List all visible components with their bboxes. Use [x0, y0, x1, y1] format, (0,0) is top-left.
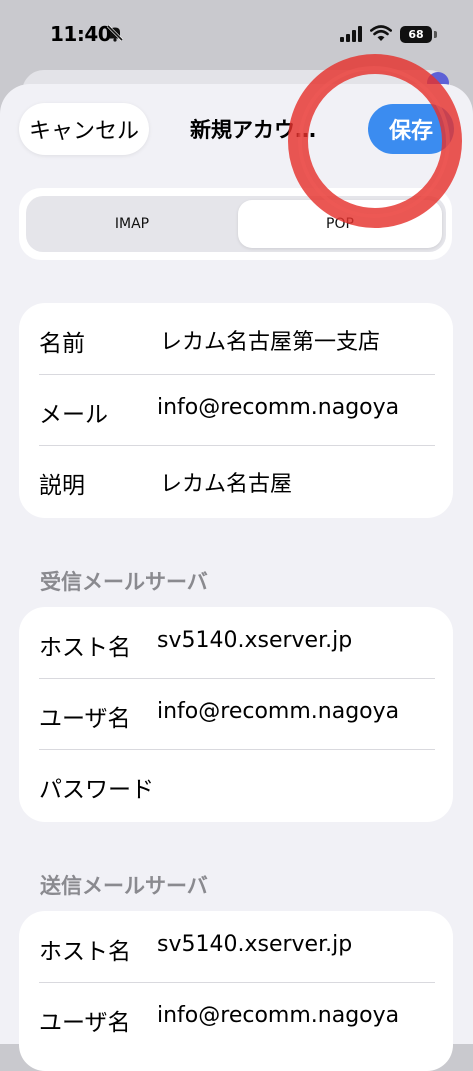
segment-pop[interactable]: POP — [238, 200, 442, 248]
segment-imap[interactable]: IMAP — [30, 200, 234, 248]
signal-icon — [340, 26, 362, 42]
battery-icon: 68 — [400, 26, 432, 43]
description-row[interactable]: 説明 レカム名古屋 — [19, 446, 453, 517]
outgoing-username-row[interactable]: ユーザ名 info@recomm.nagoya — [19, 983, 453, 1054]
bell-muted-icon — [106, 24, 124, 42]
name-field[interactable]: レカム名古屋第一支店 — [160, 324, 450, 356]
description-field[interactable]: レカム名古屋 — [160, 466, 450, 498]
email-row[interactable]: メール info@recomm.nagoya — [19, 375, 453, 446]
email-field[interactable]: info@recomm.nagoya — [157, 395, 447, 420]
save-button[interactable]: 保存 — [368, 104, 454, 154]
name-row[interactable]: 名前 レカム名古屋第一支店 — [19, 304, 453, 375]
incoming-server-header: 受信メールサーバ — [40, 570, 208, 594]
incoming-host-label: ホスト名 — [39, 635, 131, 661]
outgoing-host-field[interactable]: sv5140.xserver.jp — [157, 932, 447, 957]
outgoing-server-card: ホスト名 sv5140.xserver.jp ユーザ名 info@recomm.… — [19, 911, 453, 1071]
description-label: 説明 — [39, 473, 85, 499]
incoming-username-field[interactable]: info@recomm.nagoya — [157, 699, 447, 724]
outgoing-server-header: 送信メールサーバ — [40, 874, 208, 898]
status-time: 11:40 — [50, 22, 112, 46]
account-info-card: 名前 レカム名古屋第一支店 メール info@recomm.nagoya 説明 … — [19, 303, 453, 518]
name-label: 名前 — [39, 331, 85, 357]
incoming-username-row[interactable]: ユーザ名 info@recomm.nagoya — [19, 679, 453, 750]
incoming-username-label: ユーザ名 — [39, 706, 131, 732]
outgoing-username-label: ユーザ名 — [39, 1010, 131, 1036]
outgoing-host-label: ホスト名 — [39, 939, 131, 965]
incoming-host-field[interactable]: sv5140.xserver.jp — [157, 628, 447, 653]
incoming-password-label: パスワード — [39, 777, 154, 803]
incoming-password-row[interactable]: パスワード — [19, 750, 453, 821]
page-title: 新規アカウ… — [190, 118, 316, 142]
battery-tip — [434, 31, 437, 38]
email-label: メール — [39, 402, 108, 428]
incoming-server-card: ホスト名 sv5140.xserver.jp ユーザ名 info@recomm.… — [19, 607, 453, 822]
outgoing-host-row[interactable]: ホスト名 sv5140.xserver.jp — [19, 912, 453, 983]
incoming-host-row[interactable]: ホスト名 sv5140.xserver.jp — [19, 608, 453, 679]
outgoing-username-field[interactable]: info@recomm.nagoya — [157, 1003, 447, 1028]
status-bar: 11:40 68 — [0, 0, 473, 70]
cancel-button[interactable]: キャンセル — [19, 103, 149, 155]
wifi-icon — [370, 25, 392, 41]
